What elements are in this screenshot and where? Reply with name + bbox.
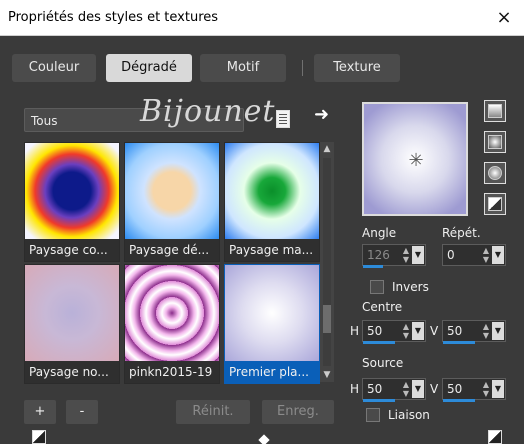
radial-gradient-button[interactable] <box>484 162 506 184</box>
source-v-dropdown-icon[interactable]: ▼ <box>492 380 504 398</box>
tab-degrade[interactable]: Dégradé <box>106 54 192 82</box>
tab-couleur[interactable]: Couleur <box>12 54 96 82</box>
scroll-up-icon[interactable]: ▲ <box>320 142 334 156</box>
library-icon[interactable] <box>276 110 290 128</box>
gradient-label: Premier pla... <box>229 365 309 379</box>
rectangular-gradient-button[interactable] <box>484 131 506 153</box>
gradient-item-pinkn[interactable]: pinkn2015-19 <box>124 264 220 384</box>
center-point-icon[interactable]: ✳ <box>407 152 425 170</box>
add-button[interactable]: + <box>24 400 56 424</box>
center-v-dropdown-icon[interactable]: ▼ <box>492 322 504 340</box>
link-checkbox[interactable] <box>366 408 380 422</box>
angle-dropdown-icon[interactable]: ▼ <box>412 246 424 264</box>
gradient-label: Paysage no... <box>29 365 109 379</box>
remove-button[interactable]: - <box>66 400 98 424</box>
center-h-label: H <box>350 324 360 338</box>
gradient-item-paysage-co[interactable]: Paysage co... <box>24 142 120 262</box>
gradient-item-paysage-de[interactable]: Paysage dé... <box>124 142 220 262</box>
gradient-thumbnail <box>25 143 119 239</box>
center-h-value: 50 <box>367 324 383 338</box>
rectangular-style-icon <box>488 135 502 149</box>
gradient-item-paysage-ma[interactable]: Paysage ma... <box>224 142 320 262</box>
watermark-signature: Bijounet <box>140 94 276 129</box>
link-label: Liaison <box>388 408 430 422</box>
repeat-field[interactable]: 0 ▲ ▼ ▼ <box>442 244 506 266</box>
center-h-slider[interactable] <box>363 341 395 344</box>
center-v-label: V <box>430 324 439 338</box>
repeat-label: Répét. <box>442 226 481 240</box>
gradient-thumbnail <box>225 143 319 239</box>
sunburst-gradient-button[interactable] <box>484 193 506 215</box>
gradient-thumbnail <box>125 265 219 361</box>
angle-field[interactable]: 126 ▲ ▼ ▼ <box>362 244 426 268</box>
tab-bar: Couleur Dégradé Motif Texture <box>0 54 524 84</box>
source-h-dropdown-icon[interactable]: ▼ <box>412 380 424 398</box>
reset-button[interactable]: Réinit. <box>176 400 250 424</box>
gradient-label: Paysage co... <box>29 243 108 257</box>
repeat-stepper-icon[interactable]: ▲ ▼ <box>481 246 491 264</box>
gradient-preview[interactable]: ✳ <box>362 102 468 216</box>
invert-label: Invers <box>392 280 429 294</box>
source-h-value: 50 <box>367 382 383 396</box>
center-v-stepper-icon[interactable]: ▲ ▼ <box>481 322 491 340</box>
source-label: Source <box>362 356 404 370</box>
angle-slider[interactable] <box>363 265 383 268</box>
gradient-thumbnail <box>225 265 319 361</box>
center-h-stepper-icon[interactable]: ▲ ▼ <box>401 322 411 340</box>
source-h-stepper-icon[interactable]: ▲ ▼ <box>401 380 411 398</box>
scroll-thumb[interactable] <box>323 305 331 333</box>
scroll-track[interactable] <box>323 158 331 366</box>
gradient-gallery: Paysage co... Paysage dé... Paysage ma..… <box>24 142 320 384</box>
source-v-label: V <box>430 382 439 396</box>
source-v-slider[interactable] <box>443 399 475 402</box>
tab-texture[interactable]: Texture <box>314 54 400 82</box>
gradient-thumbnail <box>125 143 219 239</box>
close-icon[interactable]: × <box>492 6 516 30</box>
sunburst-style-icon <box>488 197 502 211</box>
source-h-field[interactable]: 50 ▲ ▼ ▼ <box>362 378 426 402</box>
source-v-stepper-icon[interactable]: ▲ ▼ <box>481 380 491 398</box>
swap-style-icon-right[interactable] <box>488 430 502 444</box>
repeat-dropdown-icon[interactable]: ▼ <box>492 246 504 264</box>
source-h-label: H <box>350 382 360 396</box>
gradient-label: Paysage ma... <box>229 243 314 257</box>
gallery-scrollbar[interactable]: ▲ ▼ <box>320 142 334 382</box>
arrow-right-icon[interactable]: ➜ <box>314 104 329 125</box>
source-h-slider[interactable] <box>363 399 395 402</box>
center-v-slider[interactable] <box>443 341 475 344</box>
window-title: Propriétés des styles et textures <box>8 10 219 25</box>
linear-style-icon <box>488 104 502 118</box>
gradient-item-paysage-no[interactable]: Paysage no... <box>24 264 120 384</box>
category-value: Tous <box>31 114 58 128</box>
center-label: Centre <box>362 300 403 314</box>
center-v-value: 50 <box>447 324 463 338</box>
repeat-value: 0 <box>447 248 455 262</box>
tab-separator <box>302 60 303 76</box>
angle-value: 126 <box>367 248 390 262</box>
swap-style-icon[interactable] <box>32 430 46 444</box>
center-h-field[interactable]: 50 ▲ ▼ ▼ <box>362 320 426 344</box>
gradient-label: pinkn2015-19 <box>129 365 213 379</box>
invert-checkbox[interactable] <box>370 280 384 294</box>
radial-style-icon <box>488 166 502 180</box>
tab-motif[interactable]: Motif <box>200 54 286 82</box>
angle-stepper-icon[interactable]: ▲ ▼ <box>401 246 411 264</box>
linear-gradient-button[interactable] <box>484 100 506 122</box>
save-button[interactable]: Enreg. <box>262 400 334 424</box>
resize-handle-icon[interactable] <box>258 434 270 444</box>
center-v-field[interactable]: 50 ▲ ▼ ▼ <box>442 320 506 344</box>
source-v-field[interactable]: 50 ▲ ▼ ▼ <box>442 378 506 402</box>
angle-label: Angle <box>362 226 397 240</box>
gradient-item-premier-plan[interactable]: Premier pla... <box>224 264 320 384</box>
center-h-dropdown-icon[interactable]: ▼ <box>412 322 424 340</box>
gradient-thumbnail <box>25 265 119 361</box>
source-v-value: 50 <box>447 382 463 396</box>
title-bar: Propriétés des styles et textures × <box>0 0 524 36</box>
scroll-down-icon[interactable]: ▼ <box>320 368 334 382</box>
gradient-label: Paysage dé... <box>129 243 210 257</box>
